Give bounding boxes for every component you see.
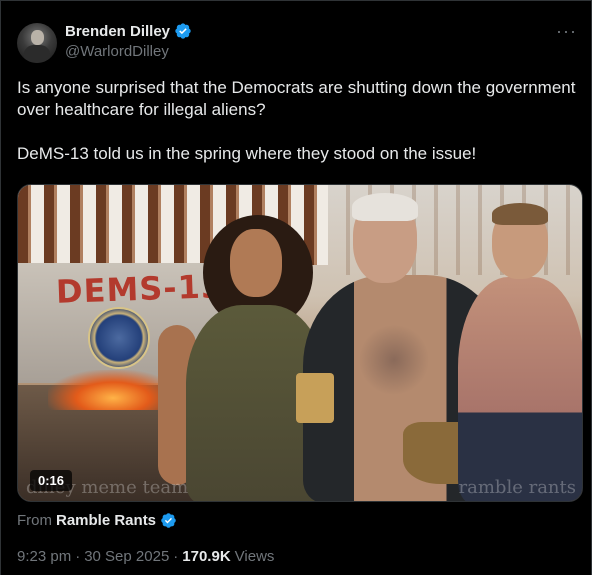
figure-left-face (230, 229, 282, 297)
author-handle[interactable]: @WarlordDilley (65, 43, 169, 60)
video-source-attribution: From Ramble Rants (17, 512, 177, 529)
meta-separator: · (173, 548, 179, 565)
verified-badge-icon (175, 23, 191, 39)
author-name-row: Brenden Dilley (65, 22, 192, 40)
more-options-icon[interactable]: ··· (556, 22, 577, 40)
author-display-name[interactable]: Brenden Dilley (65, 23, 170, 40)
figure-right-body (458, 277, 582, 501)
tweet-metadata: 9:23 pm · 30 Sep 2025 · 170.9K Views (17, 548, 274, 565)
tweet-card: Brenden Dilley @WarlordDilley ··· Is any… (0, 0, 592, 575)
verified-badge-icon (161, 513, 176, 528)
meta-separator: · (75, 548, 81, 565)
watermark-right: ramble rants (458, 477, 576, 498)
tweet-date[interactable]: 30 Sep 2025 (84, 548, 169, 565)
figure-right-hair (492, 203, 548, 225)
avatar-head (31, 30, 44, 45)
graffiti-text: DEMS-13 (55, 267, 225, 311)
figure-center-tattoo (358, 325, 430, 395)
source-prefix: From (17, 512, 52, 529)
views-count[interactable]: 170.9K (182, 548, 230, 565)
flask-image (296, 373, 334, 423)
source-account-link[interactable]: Ramble Rants (56, 512, 156, 529)
video-player[interactable]: DEMS-13 dilley meme team ramble rants 0:… (17, 184, 583, 502)
video-duration-badge: 0:16 (30, 470, 73, 491)
views-label: Views (234, 548, 275, 565)
tweet-time[interactable]: 9:23 pm (17, 548, 71, 565)
tweet-text: Is anyone surprised that the Democrats a… (17, 77, 577, 165)
tweet-paragraph: Is anyone surprised that the Democrats a… (17, 78, 576, 119)
avatar-torso (24, 45, 50, 63)
figure-center-hair (352, 193, 418, 221)
presidential-seal-image (88, 307, 150, 369)
tweet-paragraph: DeMS-13 told us in the spring where they… (17, 144, 477, 163)
avatar[interactable] (17, 23, 57, 63)
